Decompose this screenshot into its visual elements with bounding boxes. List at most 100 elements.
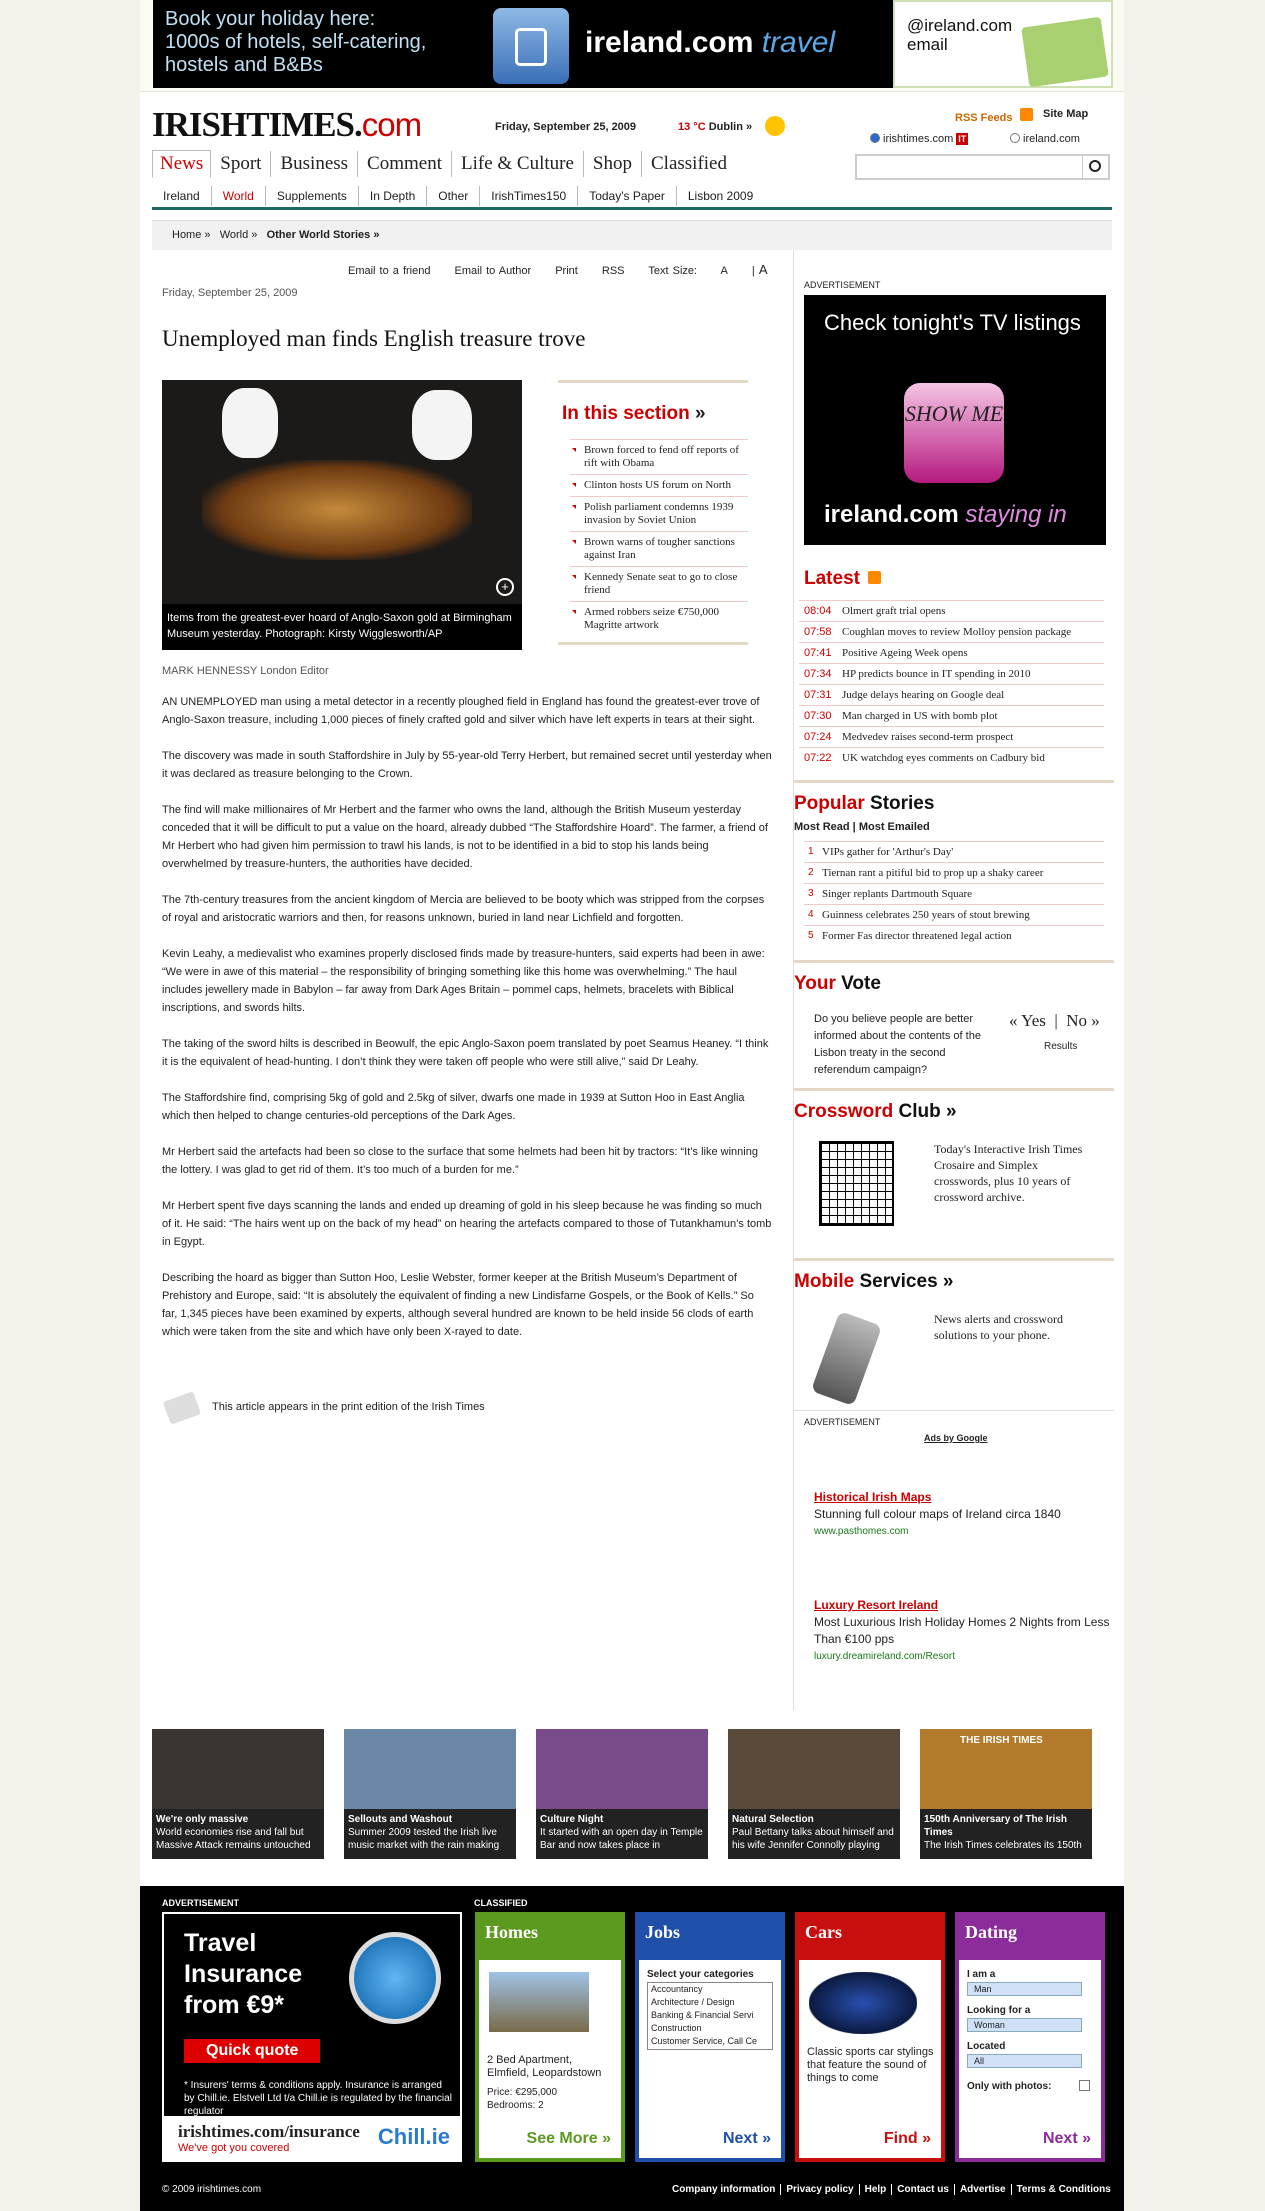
homes-listing[interactable]: 2 Bed Apartment, Elmfield, Leopardstown … xyxy=(487,2054,617,2112)
footer-link[interactable]: Privacy policy xyxy=(780,2184,859,2195)
apartment-image[interactable] xyxy=(489,1972,589,2032)
cars-title[interactable]: Cars xyxy=(795,1912,945,1956)
tv-listings-ad[interactable]: Check tonight's TV listings SHOW ME irel… xyxy=(804,295,1106,545)
subnav-world[interactable]: World xyxy=(212,186,266,206)
text-size-large[interactable]: A xyxy=(759,262,768,277)
feature-thumb[interactable]: Culture Night It started with an open day… xyxy=(536,1729,708,1859)
nav-life-culture[interactable]: Life & Culture xyxy=(452,151,584,177)
email-ad-banner[interactable]: @ireland.com email xyxy=(893,0,1113,88)
search-input[interactable] xyxy=(855,154,1110,180)
print-link[interactable]: Print xyxy=(555,265,578,277)
rss-feeds-link[interactable]: RSS Feeds xyxy=(955,108,1034,124)
tab-most-read[interactable]: Most Read xyxy=(794,821,850,833)
dating-photos-checkbox[interactable] xyxy=(1079,2080,1090,2091)
feature-thumb[interactable]: THE IRISH TIMES 150th Anniversary of The… xyxy=(920,1729,1092,1859)
show-me-button[interactable]: SHOW ME xyxy=(904,383,1004,483)
article-tools: Email to a friend Email to Author Print … xyxy=(348,262,792,277)
section-link[interactable]: Brown warns of tougher sanctions against… xyxy=(570,531,748,566)
popular-item[interactable]: 5 Former Fas director threatened legal ac… xyxy=(804,925,1104,946)
popular-item[interactable]: 1 VIPs gather for 'Arthur's Day' xyxy=(804,841,1104,862)
latest-item[interactable]: 07:24 Medvedev raises second-term prospec… xyxy=(799,726,1104,747)
nav-business[interactable]: Business xyxy=(271,151,359,177)
section-link[interactable]: Brown forced to fend off reports of rift… xyxy=(570,439,748,474)
subnav-supplements[interactable]: Supplements xyxy=(266,186,359,206)
in-section-title[interactable]: In this section » xyxy=(562,403,748,425)
section-link[interactable]: Polish parliament condemns 1939 invasion… xyxy=(570,496,748,531)
latest-item[interactable]: 08:04 Olmert graft trial opens xyxy=(799,600,1104,621)
ads-by-google[interactable]: Ads by Google xyxy=(924,1433,988,1443)
crumb-other-world[interactable]: Other World Stories » xyxy=(267,229,380,241)
crumb-home[interactable]: Home » xyxy=(172,229,211,241)
rss-icon[interactable] xyxy=(867,571,881,584)
subnav-other[interactable]: Other xyxy=(427,186,481,206)
mobile-title[interactable]: Mobile Services » xyxy=(794,1271,1114,1293)
footer-link[interactable]: Advertise xyxy=(953,2184,1011,2195)
footer-link[interactable]: Company information xyxy=(667,2184,780,2195)
latest-item[interactable]: 07:30 Man charged in US with bomb plot xyxy=(799,705,1104,726)
nav-comment[interactable]: Comment xyxy=(358,151,452,177)
nav-news[interactable]: News xyxy=(152,150,212,178)
feature-thumb[interactable]: Sellouts and Washout Summer 2009 tested t… xyxy=(344,1729,516,1859)
dating-looking-select[interactable]: Woman xyxy=(967,2018,1082,2032)
footer-link[interactable]: Contact us xyxy=(891,2184,954,2195)
dating-title[interactable]: Dating xyxy=(955,1912,1105,1956)
site-logo[interactable]: IRISHTIMES.com xyxy=(152,105,422,145)
email-author-link[interactable]: Email to Author xyxy=(455,265,532,277)
popular-item[interactable]: 2 Tiernan rant a pitiful bid to prop up a… xyxy=(804,862,1104,883)
popular-item[interactable]: 3 Singer replants Dartmouth Square xyxy=(804,883,1104,904)
nav-classified[interactable]: Classified xyxy=(642,151,736,177)
subnav-irishtimes150[interactable]: IrishTimes150 xyxy=(480,186,579,206)
latest-item[interactable]: 07:41 Positive Ageing Week opens xyxy=(799,642,1104,663)
tab-most-emailed[interactable]: Most Emailed xyxy=(859,821,930,833)
weather-widget[interactable]: 13 °C Dublin » xyxy=(678,121,752,133)
car-image[interactable] xyxy=(809,1972,917,2034)
site-map-link[interactable]: Site Map xyxy=(1043,108,1088,120)
nav-shop[interactable]: Shop xyxy=(584,151,642,177)
crossword-icon[interactable] xyxy=(819,1141,894,1226)
latest-item[interactable]: 07:22 UK watchdog eyes comments on Cadbur… xyxy=(799,747,1104,768)
latest-item[interactable]: 07:31 Judge delays hearing on Google deal xyxy=(799,684,1104,705)
homes-title[interactable]: Homes xyxy=(475,1912,625,1956)
section-link[interactable]: Clinton hosts US forum on North xyxy=(570,474,748,496)
subnav-in-depth[interactable]: In Depth xyxy=(359,186,428,206)
footer-link[interactable]: Terms & Conditions xyxy=(1010,2184,1116,2195)
dating-iam-select[interactable]: Man xyxy=(967,1982,1082,1996)
holiday-ad-banner[interactable]: Book your holiday here: 1000s of hotels,… xyxy=(153,0,893,88)
jobs-title[interactable]: Jobs xyxy=(635,1912,785,1956)
search-icon[interactable] xyxy=(1082,156,1108,178)
section-link[interactable]: Armed robbers seize €750,000 Magritte ar… xyxy=(570,601,748,636)
vote-yes-button[interactable]: « Yes xyxy=(1009,1011,1046,1030)
article-photo[interactable]: + Items from the greatest-ever hoard of … xyxy=(162,380,522,650)
zoom-icon[interactable]: + xyxy=(496,578,514,596)
popular-item[interactable]: 4 Guinness celebrates 250 years of stout … xyxy=(804,904,1104,925)
travel-insurance-ad[interactable]: Travel Insurance from €9* Quick quote * … xyxy=(162,1912,462,2162)
feature-thumb[interactable]: We're only massive World economies rise a… xyxy=(152,1729,324,1859)
footer-link[interactable]: Help xyxy=(858,2184,892,2195)
cars-find[interactable]: Find » xyxy=(884,2130,931,2148)
subnav-ireland[interactable]: Ireland xyxy=(152,186,212,206)
crossword-title[interactable]: Crossword Club » xyxy=(794,1101,1114,1123)
google-ad[interactable]: Historical Irish Maps Stunning full colo… xyxy=(814,1489,1114,1540)
dating-located-select[interactable]: All xyxy=(967,2054,1082,2068)
search-scope-irishtimes[interactable]: irishtimes.com IT xyxy=(870,133,969,145)
rss-link[interactable]: RSS xyxy=(602,265,625,277)
search-scope-ireland[interactable]: ireland.com xyxy=(1010,133,1080,145)
vote-results-link[interactable]: Results xyxy=(1044,1041,1077,1052)
google-ad[interactable]: Luxury Resort Ireland Most Luxurious Iri… xyxy=(814,1597,1114,1665)
subnav-lisbon[interactable]: Lisbon 2009 xyxy=(677,186,764,206)
text-size-small[interactable]: A xyxy=(721,265,728,277)
section-link[interactable]: Kennedy Senate seat to go to close frien… xyxy=(570,566,748,601)
email-friend-link[interactable]: Email to a friend xyxy=(348,265,430,277)
latest-item[interactable]: 07:58 Coughlan moves to review Molloy pen… xyxy=(799,621,1104,642)
vote-no-button[interactable]: No » xyxy=(1066,1011,1100,1030)
dating-next[interactable]: Next » xyxy=(1043,2130,1091,2148)
subnav-todays-paper[interactable]: Today's Paper xyxy=(578,186,677,206)
crumb-world[interactable]: World » xyxy=(220,229,258,241)
feature-thumb[interactable]: Natural Selection Paul Bettany talks abou… xyxy=(728,1729,900,1859)
quick-quote-button[interactable]: Quick quote xyxy=(184,2039,321,2063)
nav-sport[interactable]: Sport xyxy=(211,151,272,177)
latest-item[interactable]: 07:34 HP predicts bounce in IT spending i… xyxy=(799,663,1104,684)
homes-see-more[interactable]: See More » xyxy=(527,2130,611,2148)
jobs-next[interactable]: Next » xyxy=(723,2130,771,2148)
jobs-category-list[interactable]: Accountancy Architecture / Design Bankin… xyxy=(647,1982,773,2050)
